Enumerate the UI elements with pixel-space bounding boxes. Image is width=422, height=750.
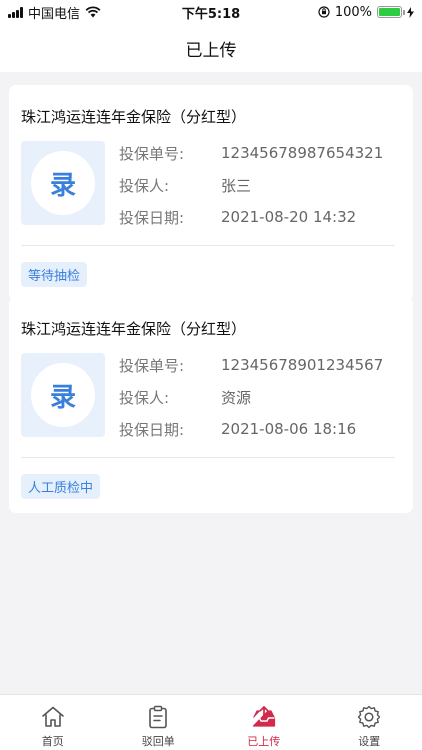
status-left: 中国电信 — [8, 3, 158, 22]
page-title: 已上传 — [185, 40, 237, 61]
charging-icon — [407, 6, 414, 18]
field-policy-date: 投保日期: 2021-08-20 14:32 — [119, 201, 401, 233]
status-badge: 等待抽检 — [21, 262, 88, 287]
field-policyholder: 投保人: 资源 — [119, 381, 401, 413]
record-thumbnail-glyph: 录 — [31, 363, 95, 427]
status-row: 人工质检中 — [21, 458, 401, 513]
upload-tray-icon — [252, 706, 275, 727]
field-label: 投保人: — [119, 388, 170, 407]
record-body: 录 投保单号: 12345678901234567 投保人: 资源 投保日期: … — [21, 353, 401, 445]
battery-icon — [377, 6, 405, 18]
nav-bar: 已上传 — [0, 24, 422, 72]
field-policyholder: 投保人: 张三 — [119, 169, 401, 201]
status-time: 下午5:18 — [181, 6, 241, 22]
clipboard-icon — [149, 705, 168, 729]
field-value: 2021-08-20 14:32 — [221, 208, 357, 226]
signal-icon — [8, 6, 23, 18]
status-right: 100% — [264, 5, 414, 20]
record-body: 录 投保单号: 12345678987654321 投保人: 张三 投保日期: … — [21, 141, 401, 233]
field-policy-number: 投保单号: 12345678901234567 — [119, 349, 401, 381]
field-value: 12345678901234567 — [221, 356, 384, 374]
wifi-icon — [85, 6, 101, 18]
tab-label: 已上传 — [247, 735, 281, 748]
field-label: 投保日期: — [119, 420, 185, 439]
field-value: 12345678987654321 — [221, 144, 384, 162]
tab-uploaded[interactable]: 已上传 — [211, 695, 317, 750]
field-value: 张三 — [221, 176, 252, 195]
record-title: 珠江鸿运连连年金保险（分红型） — [21, 320, 247, 338]
record-thumbnail-glyph: 录 — [31, 151, 95, 215]
record-fields: 投保单号: 12345678987654321 投保人: 张三 投保日期: 20… — [119, 137, 401, 233]
tab-label: 设置 — [358, 735, 381, 748]
field-policy-number: 投保单号: 12345678987654321 — [119, 137, 401, 169]
field-label: 投保单号: — [119, 356, 185, 375]
status-bar: 中国电信 下午5:18 100% — [0, 0, 422, 24]
tab-home[interactable]: 首页 — [0, 695, 106, 750]
record-fields: 投保单号: 12345678901234567 投保人: 资源 投保日期: 20… — [119, 349, 401, 445]
tab-bar: 首页 驳回单 已上传 设置 — [0, 694, 422, 750]
record-card[interactable]: 珠江鸿运连连年金保险（分红型） 录 投保单号: 1234567890123456… — [9, 297, 413, 513]
orientation-lock-icon — [318, 6, 330, 18]
field-label: 投保日期: — [119, 208, 185, 227]
home-icon — [41, 706, 64, 727]
tab-label: 驳回单 — [141, 735, 175, 748]
field-label: 投保单号: — [119, 144, 185, 163]
field-value: 资源 — [221, 388, 252, 407]
record-title: 珠江鸿运连连年金保险（分红型） — [21, 108, 247, 126]
carrier-label: 中国电信 — [28, 6, 81, 22]
gear-icon — [358, 705, 381, 729]
status-badge: 人工质检中 — [21, 474, 101, 499]
battery-level — [379, 8, 400, 16]
record-card[interactable]: 珠江鸿运连连年金保险（分红型） 录 投保单号: 1234567898765432… — [9, 85, 413, 301]
battery-percent: 100% — [334, 4, 372, 20]
record-thumbnail: 录 — [21, 353, 105, 437]
field-policy-date: 投保日期: 2021-08-06 18:16 — [119, 413, 401, 445]
field-label: 投保人: — [119, 176, 170, 195]
tab-rejected[interactable]: 驳回单 — [106, 695, 212, 750]
tab-settings[interactable]: 设置 — [317, 695, 422, 750]
tab-label: 首页 — [41, 735, 64, 748]
status-row: 等待抽检 — [21, 246, 401, 301]
field-value: 2021-08-06 18:16 — [221, 420, 357, 438]
record-thumbnail: 录 — [21, 141, 105, 225]
